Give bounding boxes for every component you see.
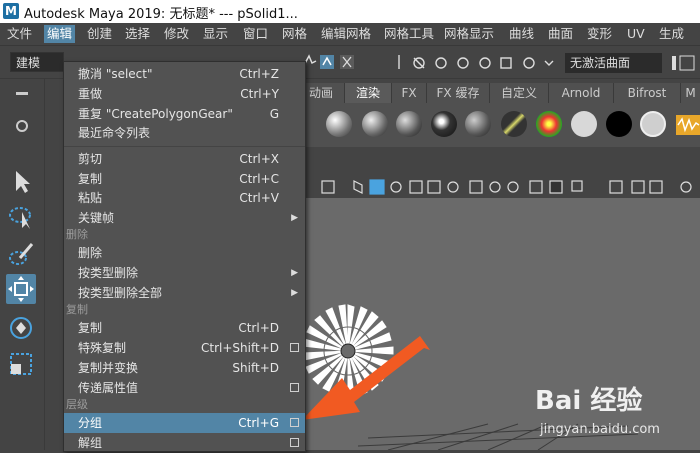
tab-more[interactable]: M	[681, 83, 700, 103]
status-field[interactable]: 无激活曲面	[565, 53, 662, 73]
menu-delete-by-type[interactable]: 按类型删除 ▶	[64, 263, 305, 283]
paint-select-icon[interactable]	[6, 238, 36, 268]
mode-select[interactable]: 建模	[10, 52, 64, 72]
menu-mesh[interactable]: 网格	[279, 25, 310, 43]
menu-delete-all-by-type[interactable]: 按类型删除全部 ▶	[64, 283, 305, 303]
menu-generate[interactable]: 生成	[656, 25, 687, 43]
menu-select[interactable]: 选择	[122, 25, 153, 43]
submenu-arrow-icon: ▶	[291, 268, 298, 278]
shelf-tabs: 动画 渲染 FX FX 缓存 自定义 Arnold Bifrost M	[298, 83, 700, 103]
tab-arnold[interactable]: Arnold	[549, 83, 614, 103]
menu-copy[interactable]: 复制 Ctrl+C	[64, 169, 305, 189]
section-duplicate: 复制	[66, 303, 88, 316]
maya-logo-icon: M	[3, 3, 19, 19]
menu-redo[interactable]: 重做 Ctrl+Y	[64, 84, 305, 104]
section-hierarchy: 层级	[66, 398, 88, 411]
viewport-toolbar	[298, 176, 700, 198]
menu-duplicate-with-transform[interactable]: 复制并变换 Shift+D	[64, 358, 305, 378]
tab-custom[interactable]: 自定义	[490, 83, 549, 103]
section-delete: 删除	[66, 228, 88, 241]
shelf-icons	[298, 103, 700, 147]
phong-sphere-icon[interactable]	[465, 111, 491, 137]
material-sphere-icon[interactable]	[396, 111, 422, 137]
toolbox	[0, 79, 45, 450]
tab-fx[interactable]: FX	[392, 83, 427, 103]
viewport-shading-icons[interactable]	[298, 176, 700, 198]
white-sphere-icon[interactable]	[571, 111, 597, 137]
submenu-arrow-icon: ▶	[291, 213, 298, 223]
menu-recent-commands[interactable]: 最近命令列表	[64, 123, 305, 143]
menu-mesh-display[interactable]: 网格显示	[441, 25, 497, 43]
menu-keys[interactable]: 关键帧 ▶	[64, 208, 305, 228]
menu-separator	[64, 146, 305, 147]
menu-surfaces[interactable]: 曲面	[545, 25, 576, 43]
render-sphere-icon[interactable]	[326, 111, 352, 137]
menu-ungroup[interactable]: 解组	[64, 433, 305, 453]
settings-gear-icon[interactable]	[6, 115, 36, 137]
lasso-tool-icon[interactable]	[6, 202, 36, 232]
outliner-toggle-icon[interactable]	[6, 83, 36, 105]
menu-uv[interactable]: UV	[624, 25, 648, 43]
menu-edit[interactable]: 编辑	[44, 25, 76, 43]
shader-sphere-icon[interactable]	[362, 111, 388, 137]
waveform-icon[interactable]	[676, 115, 700, 135]
menu-edit-mesh[interactable]: 编辑网格	[318, 25, 374, 43]
grey-sphere-icon[interactable]	[640, 111, 666, 137]
option-box-icon[interactable]	[290, 343, 299, 352]
baidu-watermark-logo: Bai 经验	[535, 386, 643, 416]
menu-curves[interactable]: 曲线	[506, 25, 537, 43]
menu-window[interactable]: 窗口	[240, 25, 271, 43]
menu-modify[interactable]: 修改	[161, 25, 192, 43]
menu-cut[interactable]: 剪切 Ctrl+X	[64, 149, 305, 169]
menu-duplicate-special[interactable]: 特殊复制 Ctrl+Shift+D	[64, 338, 305, 358]
menu-deform[interactable]: 变形	[584, 25, 615, 43]
toolbar-more-icons[interactable]	[670, 53, 698, 73]
toolbar-tool-icons[interactable]	[395, 53, 560, 71]
menu-mesh-tools[interactable]: 网格工具	[381, 25, 437, 43]
option-box-icon[interactable]	[290, 418, 299, 427]
edit-menu-dropdown: 撤消 "select" Ctrl+Z 重做 Ctrl+Y 重复 "CreatePol…	[63, 61, 306, 452]
window-title: Autodesk Maya 2019: 无标题* --- pSolid1...	[24, 7, 298, 22]
submenu-arrow-icon: ▶	[291, 288, 298, 298]
title-bar: M Autodesk Maya 2019: 无标题* --- pSolid1..…	[0, 0, 700, 23]
menu-delete[interactable]: 删除	[64, 243, 305, 263]
menu-transfer-attribute-values[interactable]: 传递属性值	[64, 378, 305, 398]
option-box-icon[interactable]	[290, 438, 299, 447]
select-tool-icon[interactable]	[6, 166, 36, 196]
menu-repeat[interactable]: 重复 "CreatePolygonGear" G	[64, 104, 305, 124]
move-tool-icon[interactable]	[6, 274, 36, 304]
menu-duplicate[interactable]: 复制 Ctrl+D	[64, 318, 305, 338]
black-sphere-icon[interactable]	[606, 111, 632, 137]
menu-group[interactable]: 分组 Ctrl+G	[64, 413, 305, 433]
menu-undo[interactable]: 撤消 "select" Ctrl+Z	[64, 64, 305, 84]
tab-rendering[interactable]: 渲染	[345, 83, 392, 103]
snap-icons[interactable]	[300, 53, 360, 71]
tab-bifrost[interactable]: Bifrost	[614, 83, 681, 103]
menu-display[interactable]: 显示	[200, 25, 231, 43]
menu-create[interactable]: 创建	[84, 25, 115, 43]
scale-tool-icon[interactable]	[6, 349, 36, 379]
ramp-sphere-icon[interactable]	[501, 111, 527, 137]
heatmap-sphere-icon[interactable]	[536, 111, 562, 137]
menu-paste[interactable]: 粘贴 Ctrl+V	[64, 188, 305, 208]
rotate-tool-icon[interactable]	[6, 313, 36, 343]
tab-fx-cache[interactable]: FX 缓存	[427, 83, 490, 103]
menu-bar: 文件 编辑 创建 选择 修改 显示 窗口 网格 编辑网格 网格工具 网格显示 曲…	[0, 23, 700, 46]
option-box-icon[interactable]	[290, 383, 299, 392]
menu-file[interactable]: 文件	[4, 25, 35, 43]
glossy-sphere-icon[interactable]	[431, 111, 457, 137]
baidu-watermark-url: jingyan.baidu.com	[540, 422, 660, 437]
